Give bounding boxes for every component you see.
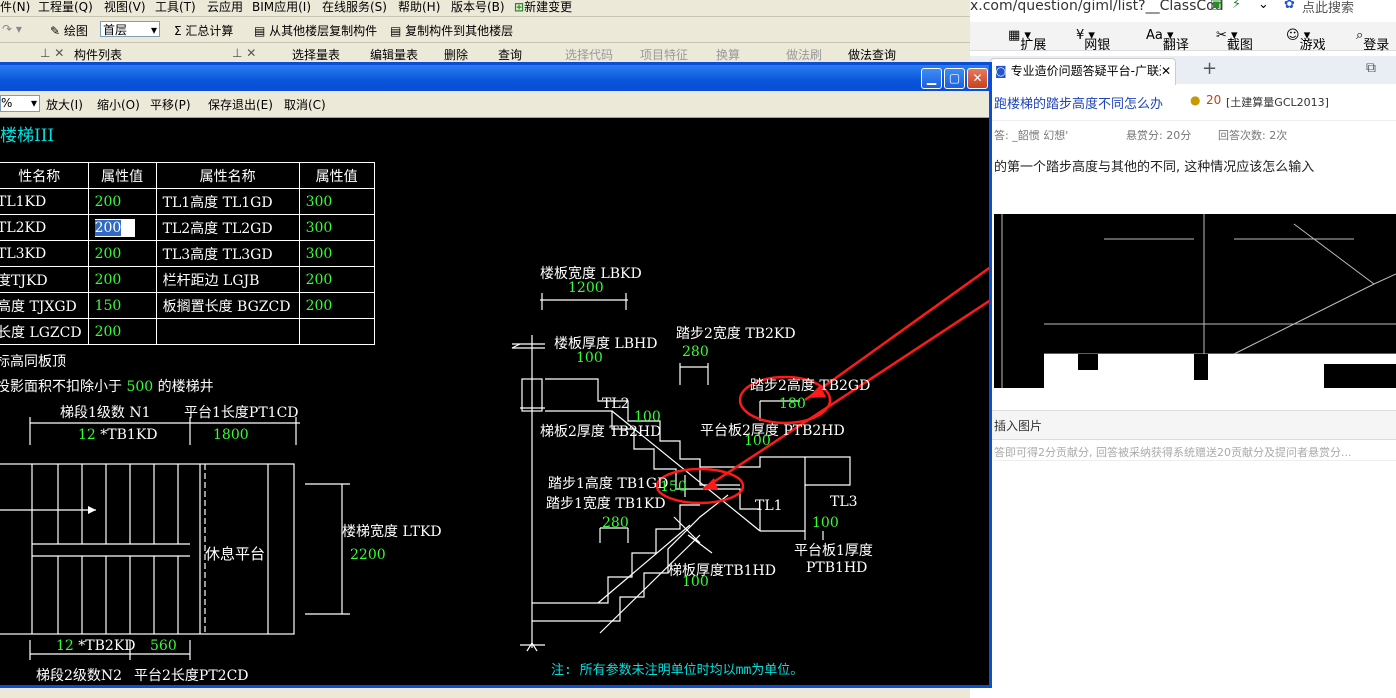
fav-item[interactable]: ▦ 扩展 ▾ <box>1008 28 1046 53</box>
question-points: 20 <box>1206 93 1222 107</box>
tb2hd-label: 梯板2厚度 TB2HD <box>540 424 662 440</box>
lbkd-value[interactable]: 1200 <box>568 280 604 296</box>
toolbar2-item[interactable]: 做法刷 <box>786 46 822 63</box>
tab-strip: ◙ 专业造价问题答疑平台-广联达 ✕ + ⧉ <box>970 56 1396 85</box>
bolt-icon: ⚡ <box>1232 0 1242 12</box>
secure-icon: ▣ <box>1210 0 1223 12</box>
ptb1hd-value[interactable]: 100 <box>812 515 839 531</box>
new-tab-icon[interactable]: + <box>1202 58 1217 79</box>
sum-calc-button[interactable]: Σ 汇总计算 <box>174 22 233 39</box>
reward-text: 悬赏分: 20分 <box>1126 129 1192 142</box>
answer-hint: 答即可得2分贡献分, 回答被采纳获得系统赠送20贡献分及提问者悬赏分... <box>994 446 1352 459</box>
toolbar2-item[interactable]: 做法查询 <box>848 46 896 63</box>
tl2-label: TL2 <box>602 396 630 412</box>
pt2cd-label: 平台2长度PT2CD <box>134 668 249 684</box>
tl3-label: TL3 <box>830 494 858 510</box>
pt1cd-label: 平台1长度PT1CD <box>184 405 299 421</box>
menu-item[interactable]: 在线服务(S) <box>322 0 387 15</box>
tb1kd-label: 踏步1宽度 TB1KD <box>546 496 666 512</box>
fav-item[interactable]: ¥ 网银 ▾ <box>1076 28 1110 53</box>
n1-label: 梯段1级数 N1 <box>60 405 151 421</box>
n2-value[interactable]: 12 <box>56 638 74 654</box>
paw-icon: ✿ <box>1284 0 1295 12</box>
toolbar2-item[interactable]: 项目特征 <box>640 46 688 63</box>
question-tag[interactable]: [土建算量GCL2013] <box>1226 94 1329 110</box>
n2-label: 梯段2级数N2 <box>36 668 123 684</box>
tb2kd-label: 踏步2宽度 TB2KD <box>676 326 796 342</box>
ltkd-value[interactable]: 2200 <box>350 547 386 563</box>
pin-icon[interactable]: ⊥ ✕ <box>232 46 256 60</box>
ltkd-label: 楼梯宽度 LTKD <box>342 524 442 540</box>
lbhd-label: 楼板厚度 LBHD <box>554 336 658 352</box>
pt2cd-value[interactable]: 560 <box>150 638 177 654</box>
toolbar2-item[interactable]: 删除 <box>444 46 468 63</box>
tb2kd-value[interactable]: 280 <box>682 344 709 360</box>
menu-item[interactable]: 工程量(Q) <box>38 0 93 15</box>
n1-value[interactable]: 12 <box>78 427 96 443</box>
tb1kd-ref: *TB1KD <box>100 427 158 443</box>
question-image[interactable] <box>994 214 1396 388</box>
site-icon: ◙ <box>995 64 1007 78</box>
tb2kd-ref: *TB2KD <box>78 638 136 654</box>
app-toolbar: ↷ ▾ ✎ 绘图 首层 ▾ Σ 汇总计算 ▤ 从其他楼层复制构件 ▤ 复制构件到其… <box>0 18 970 43</box>
address-bar[interactable]: x.com/question/giml/list?__ClassCod ▣ ⚡ … <box>970 0 1396 18</box>
pt1cd-value[interactable]: 1800 <box>213 427 249 443</box>
menu-item[interactable]: BIM应用(I) <box>252 0 311 15</box>
copy-to-floor-button[interactable]: ▤ 复制构件到其他楼层 <box>390 22 513 39</box>
url-text[interactable]: x.com/question/giml/list?__ClassCod <box>970 0 1224 14</box>
question-title[interactable]: 跑楼梯的踏步高度不同怎么办 <box>994 93 1163 112</box>
chevron-down-icon[interactable]: ⌄ <box>1258 0 1269 12</box>
ptb2hd-value[interactable]: 100 <box>744 433 771 449</box>
question-body: 的第一个踏步高度与其他的不同, 这种情况应该怎么输入 <box>994 160 1315 175</box>
menu-item[interactable]: ⊞新建变更 <box>514 0 572 15</box>
rest-platform-label: 休息平台 <box>205 545 266 563</box>
toolbar2-item[interactable]: 编辑量表 <box>370 46 418 63</box>
tb1hd-value[interactable]: 100 <box>682 574 709 590</box>
pin-icon[interactable]: ⊥ ✕ <box>40 46 64 60</box>
browser-window: x.com/question/giml/list?__ClassCod ▣ ⚡ … <box>970 0 1396 698</box>
fav-item[interactable]: Aa 翻译 ▾ <box>1146 28 1189 53</box>
stair-parameter-dialog: ▁ ▢ ✕ % ▾ 放大(I) 缩小(O) 平移(P) 保存退出(E) 取消(C)… <box>0 62 992 688</box>
toolbar2-item[interactable]: 换算 <box>716 46 740 63</box>
ptb1hd-label: 平台板1厚度 <box>794 543 873 559</box>
toolbar2-item[interactable]: 查询 <box>498 46 522 63</box>
browser-tab[interactable]: ◙ 专业造价问题答疑平台-广联达 ✕ <box>990 58 1176 85</box>
floor-select[interactable]: 首层 ▾ <box>100 21 160 37</box>
tab-list-icon[interactable]: ⧉ <box>1366 60 1376 76</box>
menu-item[interactable]: 工具(T) <box>155 0 196 15</box>
redo-icon[interactable]: ↷ ▾ <box>2 22 22 36</box>
menu-item[interactable]: 帮助(H) <box>398 0 440 15</box>
insert-image-button[interactable]: 插入图片 <box>994 417 1042 434</box>
draw-button[interactable]: ✎ 绘图 <box>50 22 88 39</box>
ptb1hd-code: PTB1HD <box>806 560 868 576</box>
ptb2hd-label: 平台板2厚度 PTB2HD <box>700 423 845 439</box>
component-list-label: 构件列表 <box>74 48 123 62</box>
tb1kd-value[interactable]: 280 <box>602 515 629 531</box>
tb2gd-value[interactable]: 180 <box>779 396 806 412</box>
tb1gd-label: 踏步1高度 TB1GD <box>548 476 669 492</box>
menu-item[interactable]: 版本号(B) <box>451 0 505 15</box>
favorites-bar: ▦ 扩展 ▾ ¥ 网银 ▾ Aa 翻译 ▾ ✂ 截图 ▾ ☺ 游戏 ▾ ⌕ 登录 <box>970 22 1396 53</box>
unit-footnote: 注: 所有参数未注明单位时均以mm为单位。 <box>551 663 804 678</box>
search-field[interactable]: 点此搜索 <box>1302 0 1354 16</box>
menu-item[interactable]: 件(N) <box>0 0 30 15</box>
tl1-label: TL1 <box>755 498 783 514</box>
app-toolbar-2: ⊥ ✕ 构件列表 ⊥ ✕ 选择量表 编辑量表 删除 查询 选择代码 项目特征 换… <box>0 44 970 64</box>
lbhd-value[interactable]: 100 <box>576 350 603 366</box>
fav-item[interactable]: ☺ 游戏 ▾ <box>1286 28 1326 53</box>
tb2gd-label: 踏步2高度 TB2GD <box>750 378 871 394</box>
app-menubar: 件(N) 工程量(Q) 视图(V) 工具(T) 云应用 BIM应用(I) 在线服… <box>0 0 970 17</box>
asker-name[interactable]: 答: _韶惯 幻想' <box>994 127 1068 143</box>
menu-item[interactable]: 云应用 <box>207 0 243 15</box>
toolbar2-item[interactable]: 选择代码 <box>565 46 613 63</box>
fav-item[interactable]: ✂ 截图 ▾ <box>1216 28 1253 53</box>
copy-from-floor-button[interactable]: ▤ 从其他楼层复制构件 <box>254 22 377 39</box>
answer-count: 回答次数: 2次 <box>1218 129 1288 142</box>
menu-item[interactable]: 视图(V) <box>104 0 146 15</box>
close-tab-icon[interactable]: ✕ <box>1160 59 1171 83</box>
toolbar2-item[interactable]: 选择量表 <box>292 46 340 63</box>
fav-item[interactable]: ⌕ 登录 <box>1356 28 1389 53</box>
coin-icon: ● <box>1190 93 1201 107</box>
